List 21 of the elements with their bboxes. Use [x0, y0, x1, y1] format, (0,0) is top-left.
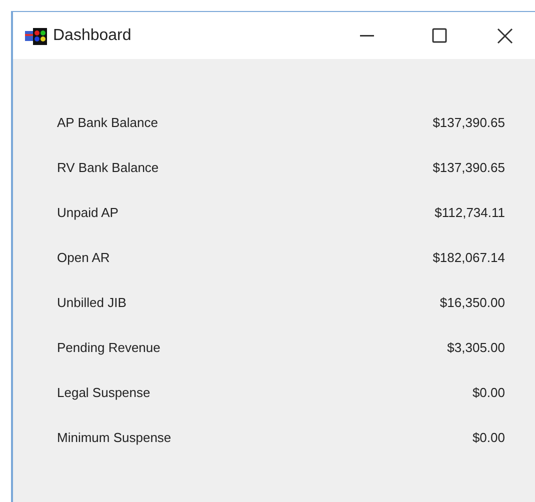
metric-label: AP Bank Balance	[57, 114, 158, 132]
minimize-icon	[360, 34, 374, 36]
metric-value: $3,305.00	[447, 339, 505, 358]
maximize-icon	[432, 28, 446, 43]
metric-label: Unbilled JIB	[57, 294, 126, 312]
metric-value: $16,350.00	[440, 294, 505, 312]
close-icon	[497, 28, 513, 44]
metric-label: Minimum Suspense	[57, 429, 172, 448]
window-title: Dashboard	[53, 26, 132, 46]
metric-label: Legal Suspense	[57, 384, 150, 402]
metric-value: $112,734.11	[434, 204, 505, 222]
metric-value: $0.00	[472, 384, 505, 402]
metric-value: $0.00	[472, 429, 505, 448]
app-flag-icon	[25, 26, 47, 46]
metric-value: $182,067.14	[432, 249, 505, 268]
metric-label: Open AR	[57, 249, 110, 268]
metric-value: $137,390.65	[432, 159, 505, 178]
metric-label: Pending Revenue	[57, 339, 160, 358]
metric-value: $137,390.65	[432, 114, 505, 132]
metric-label: Unpaid AP	[57, 204, 118, 222]
metric-label: RV Bank Balance	[57, 159, 159, 178]
